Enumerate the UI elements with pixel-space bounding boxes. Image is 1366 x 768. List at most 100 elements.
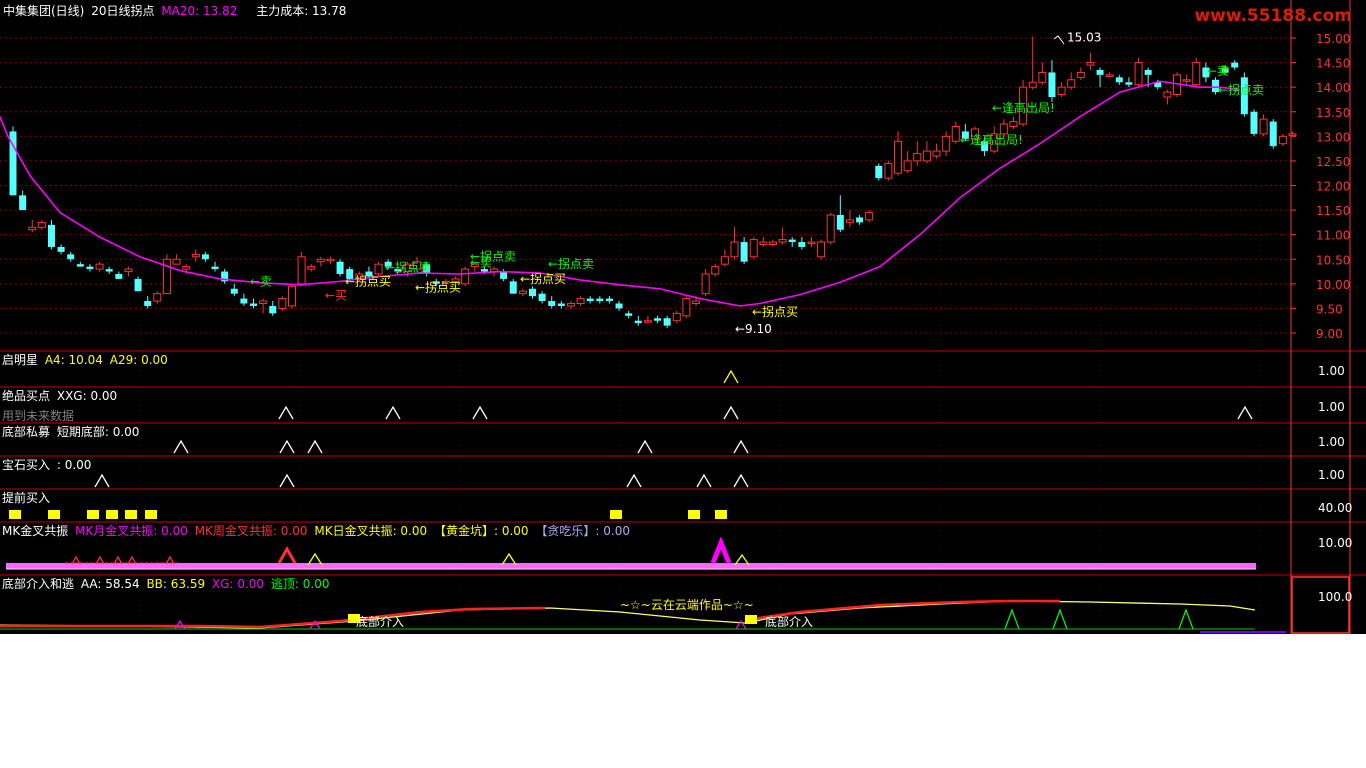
panel3-signal <box>637 439 653 454</box>
candle <box>1144 69 1152 75</box>
candle <box>500 271 508 279</box>
panel5-signal <box>610 510 622 519</box>
candle <box>856 217 864 223</box>
candle <box>615 303 623 309</box>
panel2-header: 绝品买点 XXG: 0.00 <box>2 389 120 403</box>
panel4-value-a: : 0.00 <box>56 458 92 472</box>
panel2-note: 用到未来数据 <box>2 409 75 423</box>
candle <box>461 268 470 285</box>
panel5-signal <box>48 510 60 519</box>
candle <box>297 256 306 285</box>
candle <box>259 300 268 304</box>
candle <box>269 305 277 314</box>
candle <box>605 298 613 302</box>
candle <box>1269 121 1277 147</box>
candle <box>240 298 248 304</box>
candle <box>566 303 575 307</box>
panel5-signal <box>145 510 157 519</box>
annotation: ←拐点买 <box>415 279 461 294</box>
candle <box>682 298 691 317</box>
panel1-title: 启明星 <box>2 353 39 367</box>
y-tick-label: 11.50 <box>1316 204 1350 218</box>
chart-canvas[interactable]: 9.00 9.50 10.00 10.50 11.00 11.50 12.00 12.50 13… <box>0 0 1366 634</box>
panel4-header: 宝石买入 : 0.00 <box>2 458 94 472</box>
candle <box>932 150 941 157</box>
candle <box>1076 71 1085 78</box>
panel5-header: 提前买入 <box>2 491 53 505</box>
annotation: ←拐点卖 <box>385 260 431 275</box>
candle <box>1134 62 1143 86</box>
panel2-signal <box>472 405 488 420</box>
panel-axis-label: 1.00 <box>1318 468 1345 482</box>
candle <box>134 278 142 292</box>
panel7-escape-signal <box>1004 608 1020 630</box>
panel5-title: 提前买入 <box>2 491 51 505</box>
y-tick-label: 13.00 <box>1316 130 1350 144</box>
annotation: ←拐点买 <box>752 304 798 319</box>
candle <box>1105 74 1114 77</box>
candle <box>1057 86 1066 96</box>
y-tick-label: 12.00 <box>1316 180 1350 194</box>
candle <box>201 254 209 260</box>
panel-axis-label: 100.0 <box>1318 590 1352 604</box>
chart-window[interactable]: 9.00 9.50 10.00 10.50 11.00 11.50 12.00 12.50 13… <box>0 0 1366 634</box>
panel5-signal <box>9 510 21 519</box>
candle <box>144 301 152 306</box>
candle <box>278 298 287 309</box>
candle <box>518 290 527 295</box>
candle <box>759 241 768 246</box>
panel6-signal-bold <box>710 536 732 564</box>
panel6-value-a: MK月金叉共振: 0.00 <box>75 524 188 538</box>
panel7-title: 底部介入和逃 <box>2 577 75 591</box>
candle <box>1288 133 1297 136</box>
candle <box>67 254 75 260</box>
candle <box>875 165 883 179</box>
candle <box>548 301 556 306</box>
candle <box>105 269 113 272</box>
panel7-value-b: BB: 63.59 <box>146 577 206 591</box>
candle <box>1192 62 1201 86</box>
candle <box>1259 118 1268 135</box>
candle <box>942 135 951 152</box>
candle <box>643 320 652 323</box>
panel2-signal <box>723 405 739 420</box>
ma20-line <box>0 80 1241 307</box>
candle <box>749 239 758 258</box>
candle <box>798 242 806 247</box>
candle <box>1096 69 1104 75</box>
candle <box>336 261 344 274</box>
panel3-signal <box>307 439 323 454</box>
panel7-axis-box <box>1291 576 1350 634</box>
candle <box>250 303 257 306</box>
stock-name: 中集集团(日线) <box>3 4 85 18</box>
candle <box>1009 121 1018 128</box>
candle <box>663 318 671 326</box>
candle <box>1038 71 1047 83</box>
candle <box>903 160 912 172</box>
candle <box>768 241 777 246</box>
panel1-signal <box>723 369 739 384</box>
panel2-signal <box>278 405 294 420</box>
panel-axis-label: 1.00 <box>1318 435 1345 449</box>
annotation: ←卖 <box>1207 64 1229 78</box>
panel5-signal <box>125 510 137 519</box>
panel6-value-d: 【黄金坑】: 0.00 <box>433 524 529 538</box>
panel7-value-a: AA: 58.54 <box>80 577 140 591</box>
candle <box>191 253 200 258</box>
annotation: ←拐点卖 <box>1218 82 1264 97</box>
annotation: ←拐点卖 <box>470 248 516 263</box>
candle <box>711 266 720 275</box>
candle <box>740 242 748 262</box>
y-tick-label: 14.50 <box>1316 57 1350 71</box>
y-tick-label: 10.50 <box>1316 253 1350 267</box>
candle <box>19 195 27 211</box>
panel2-signal <box>385 405 401 420</box>
y-tick-label: 14.00 <box>1316 81 1350 95</box>
ma20-label: MA20: 13.82 <box>161 4 238 18</box>
candle <box>374 263 383 275</box>
candle <box>538 293 546 302</box>
candle <box>1028 81 1037 88</box>
panel2-signal <box>1237 405 1253 420</box>
candle <box>28 226 37 231</box>
panel7-escape-signal <box>1052 608 1068 630</box>
